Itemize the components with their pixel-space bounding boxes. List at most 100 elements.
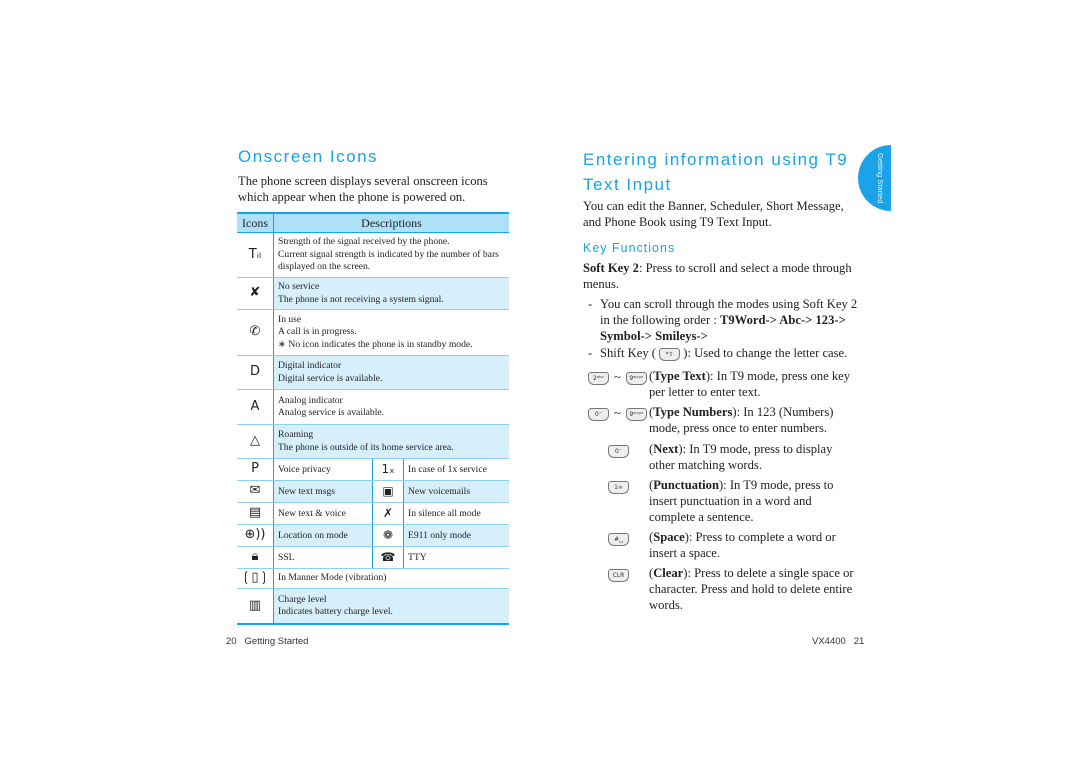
soft-key-label: Soft Key 2 (583, 261, 639, 275)
key-function-item: #␣ (Space): Press to complete a word or i… (588, 529, 854, 561)
description-line: Analog indicator (278, 394, 343, 406)
table-row-pair: ▤ New text & voice ✗ In silence all mode (237, 503, 509, 525)
row-label: New text msgs (274, 481, 372, 502)
key-functions-heading: Key Functions (583, 241, 676, 255)
description-line: In Manner Mode (vibration) (278, 572, 387, 584)
signal-strength-icon: Tᵢₗ (237, 233, 274, 277)
key-function-text: (Type Text): In T9 mode, press one key p… (649, 369, 851, 399)
manner-mode-vibration-icon: ❲▯❳ (237, 569, 274, 588)
description-line: Digital service is available. (278, 372, 383, 384)
new-text-msgs-icon: ✉ (237, 481, 274, 502)
key-icons: 2ᵃᵇᶜ ~9ʷˣʸᶻ (588, 369, 647, 385)
row-label: Voice privacy (278, 464, 331, 475)
range-separator: ~ (614, 370, 621, 384)
row-pair-cells: Voice privacy 1ₓ In case of 1x service (274, 459, 509, 480)
keypad-key-icon: 2ᵃᵇᶜ (588, 371, 609, 385)
row-pair-cells: New text msgs ▣ New voicemails (274, 481, 509, 502)
new-text-voice-icon: ▤ (237, 503, 274, 524)
key-function-item: 0⁻ (Next): In T9 mode, press to display o… (588, 441, 854, 473)
key-function-text: (Space): Press to complete a word or ins… (649, 530, 836, 560)
side-tab-label: Getting Started (876, 152, 885, 204)
keypad-key-icon: 0⁻ (588, 407, 609, 421)
row-description: Roaming The phone is outside of its home … (274, 425, 509, 458)
getting-started-side-tab[interactable]: Getting Started (858, 145, 891, 211)
row-label: New text & voice (278, 508, 346, 519)
row-description: Strength of the signal received by the p… (274, 233, 509, 277)
analog-indicator-icon: A (237, 390, 274, 424)
row-label: New voicemails (404, 481, 509, 502)
table-row: ▥ Charge level Indicates battery charge le… (237, 589, 509, 625)
new-voicemails-icon: ▣ (372, 481, 404, 502)
right-footer: VX4400 21 (812, 636, 864, 647)
tty-icon: ☎ (372, 547, 404, 568)
left-footer-section: Getting Started (244, 636, 309, 647)
t9-intro: You can edit the Banner, Scheduler, Shor… (583, 199, 844, 229)
key-icons: CLR (608, 566, 629, 582)
table-row-pair: ⊕)) Location on mode ❁ E911 only mode (237, 525, 509, 547)
bullet-dash: - (588, 297, 593, 311)
keypad-key-icon: 9ʷˣʸᶻ (625, 407, 647, 421)
key-function-name: Punctuation (653, 478, 719, 492)
key-function-text: (Type Numbers): In 123 (Numbers) mode, p… (649, 405, 834, 435)
description-line: ∗ No icon indicates the phone is in stan… (278, 338, 473, 350)
key-function-item: 1∞ (Punctuation): In T9 mode, press to in… (588, 477, 854, 525)
key-function-name: Type Numbers (653, 405, 733, 419)
table-row: D Digital indicator Digital service is ava… (237, 356, 509, 390)
range-separator: ~ (614, 406, 621, 420)
left-footer: 20 Getting Started (226, 636, 308, 647)
no-service-icon: ✘ (237, 278, 274, 309)
keypad-key-icon: 9ʷˣʸᶻ (625, 371, 647, 385)
shift-key-text-pre: Shift Key ( (600, 346, 656, 360)
description-line: No service (278, 281, 320, 292)
row-description: In Manner Mode (vibration) (274, 569, 509, 588)
keypad-key-icon: CLR (608, 568, 629, 582)
row-pair-cells: New text & voice ✗ In silence all mode (274, 503, 509, 524)
row-description: No service The phone is not receiving a s… (274, 278, 509, 309)
key-icons: 0⁻ (608, 442, 629, 458)
soft-key-2-item: Soft Key 2: Press to scroll and select a… (583, 260, 853, 292)
row-pair-cells: Location on mode ❁ E911 only mode (274, 525, 509, 546)
table-row: A Analog indicator Analog service is avail… (237, 390, 509, 425)
table-row: ✘ No service The phone is not receiving a … (237, 278, 509, 310)
key-function-text: (Clear): Press to delete a single space … (649, 566, 854, 612)
table-row-pair: P Voice privacy 1ₓ In case of 1x service (237, 459, 509, 481)
row-label: SSL (278, 552, 295, 563)
icons-table-header: Icons Descriptions (237, 212, 509, 233)
row-description: Analog indicator Analog service is availa… (274, 390, 509, 424)
right-page-number: 21 (853, 636, 865, 647)
row-label: In case of 1x service (408, 464, 487, 475)
bullet-dash: - (588, 346, 593, 360)
location-on-icon: ⊕)) (237, 525, 274, 546)
row-description: In use A call is in progress. ∗ No icon in… (274, 310, 509, 355)
digital-indicator-icon: D (237, 356, 274, 389)
key-icons: #␣ (608, 530, 629, 546)
description-line: A call is in progress. (278, 326, 357, 338)
shift-key-text-post: ): Used to change the letter case. (683, 346, 848, 360)
battery-charge-icon: ▥ (237, 589, 274, 623)
description-line: Analog service is available. (278, 407, 385, 418)
key-function-text: (Punctuation): In T9 mode, press to inse… (649, 478, 834, 524)
keypad-key-icon: 0⁻ (608, 444, 629, 458)
onscreen-icons-intro: The phone screen displays several onscre… (238, 174, 488, 204)
key-function-item: 0⁻ ~9ʷˣʸᶻ (Type Numbers): In 123 (Numbers)… (588, 404, 854, 436)
description-line: Charge level (278, 593, 327, 605)
row-description: Digital indicator Digital service is avai… (274, 356, 509, 389)
ssl-lock-icon: 🔒︎ (237, 547, 274, 568)
row-label: TTY (408, 552, 427, 563)
description-line: Strength of the signal received by the p… (278, 236, 450, 248)
left-page-number: 20 (226, 636, 237, 647)
1x-service-icon: 1ₓ (372, 459, 404, 480)
key-function-name: Space (653, 530, 685, 544)
description-line: Roaming (278, 429, 314, 440)
roaming-icon: △ (237, 425, 274, 458)
table-row: Tᵢₗ Strength of the signal received by th… (237, 233, 509, 278)
key-function-item: CLR (Clear): Press to delete a single spa… (588, 565, 854, 613)
key-function-name: Type Text (653, 369, 706, 383)
description-line: Indicates battery charge level. (278, 606, 393, 617)
right-footer-model: VX4400 (812, 636, 846, 647)
section-title-t9-input: Entering information using T9 Text Input (583, 150, 849, 194)
table-row: ❲▯❳ In Manner Mode (vibration) (237, 569, 509, 589)
key-icons: 1∞ (608, 478, 629, 494)
keypad-key-icon: 1∞ (608, 480, 629, 494)
table-row: △ Roaming The phone is outside of its home… (237, 425, 509, 459)
